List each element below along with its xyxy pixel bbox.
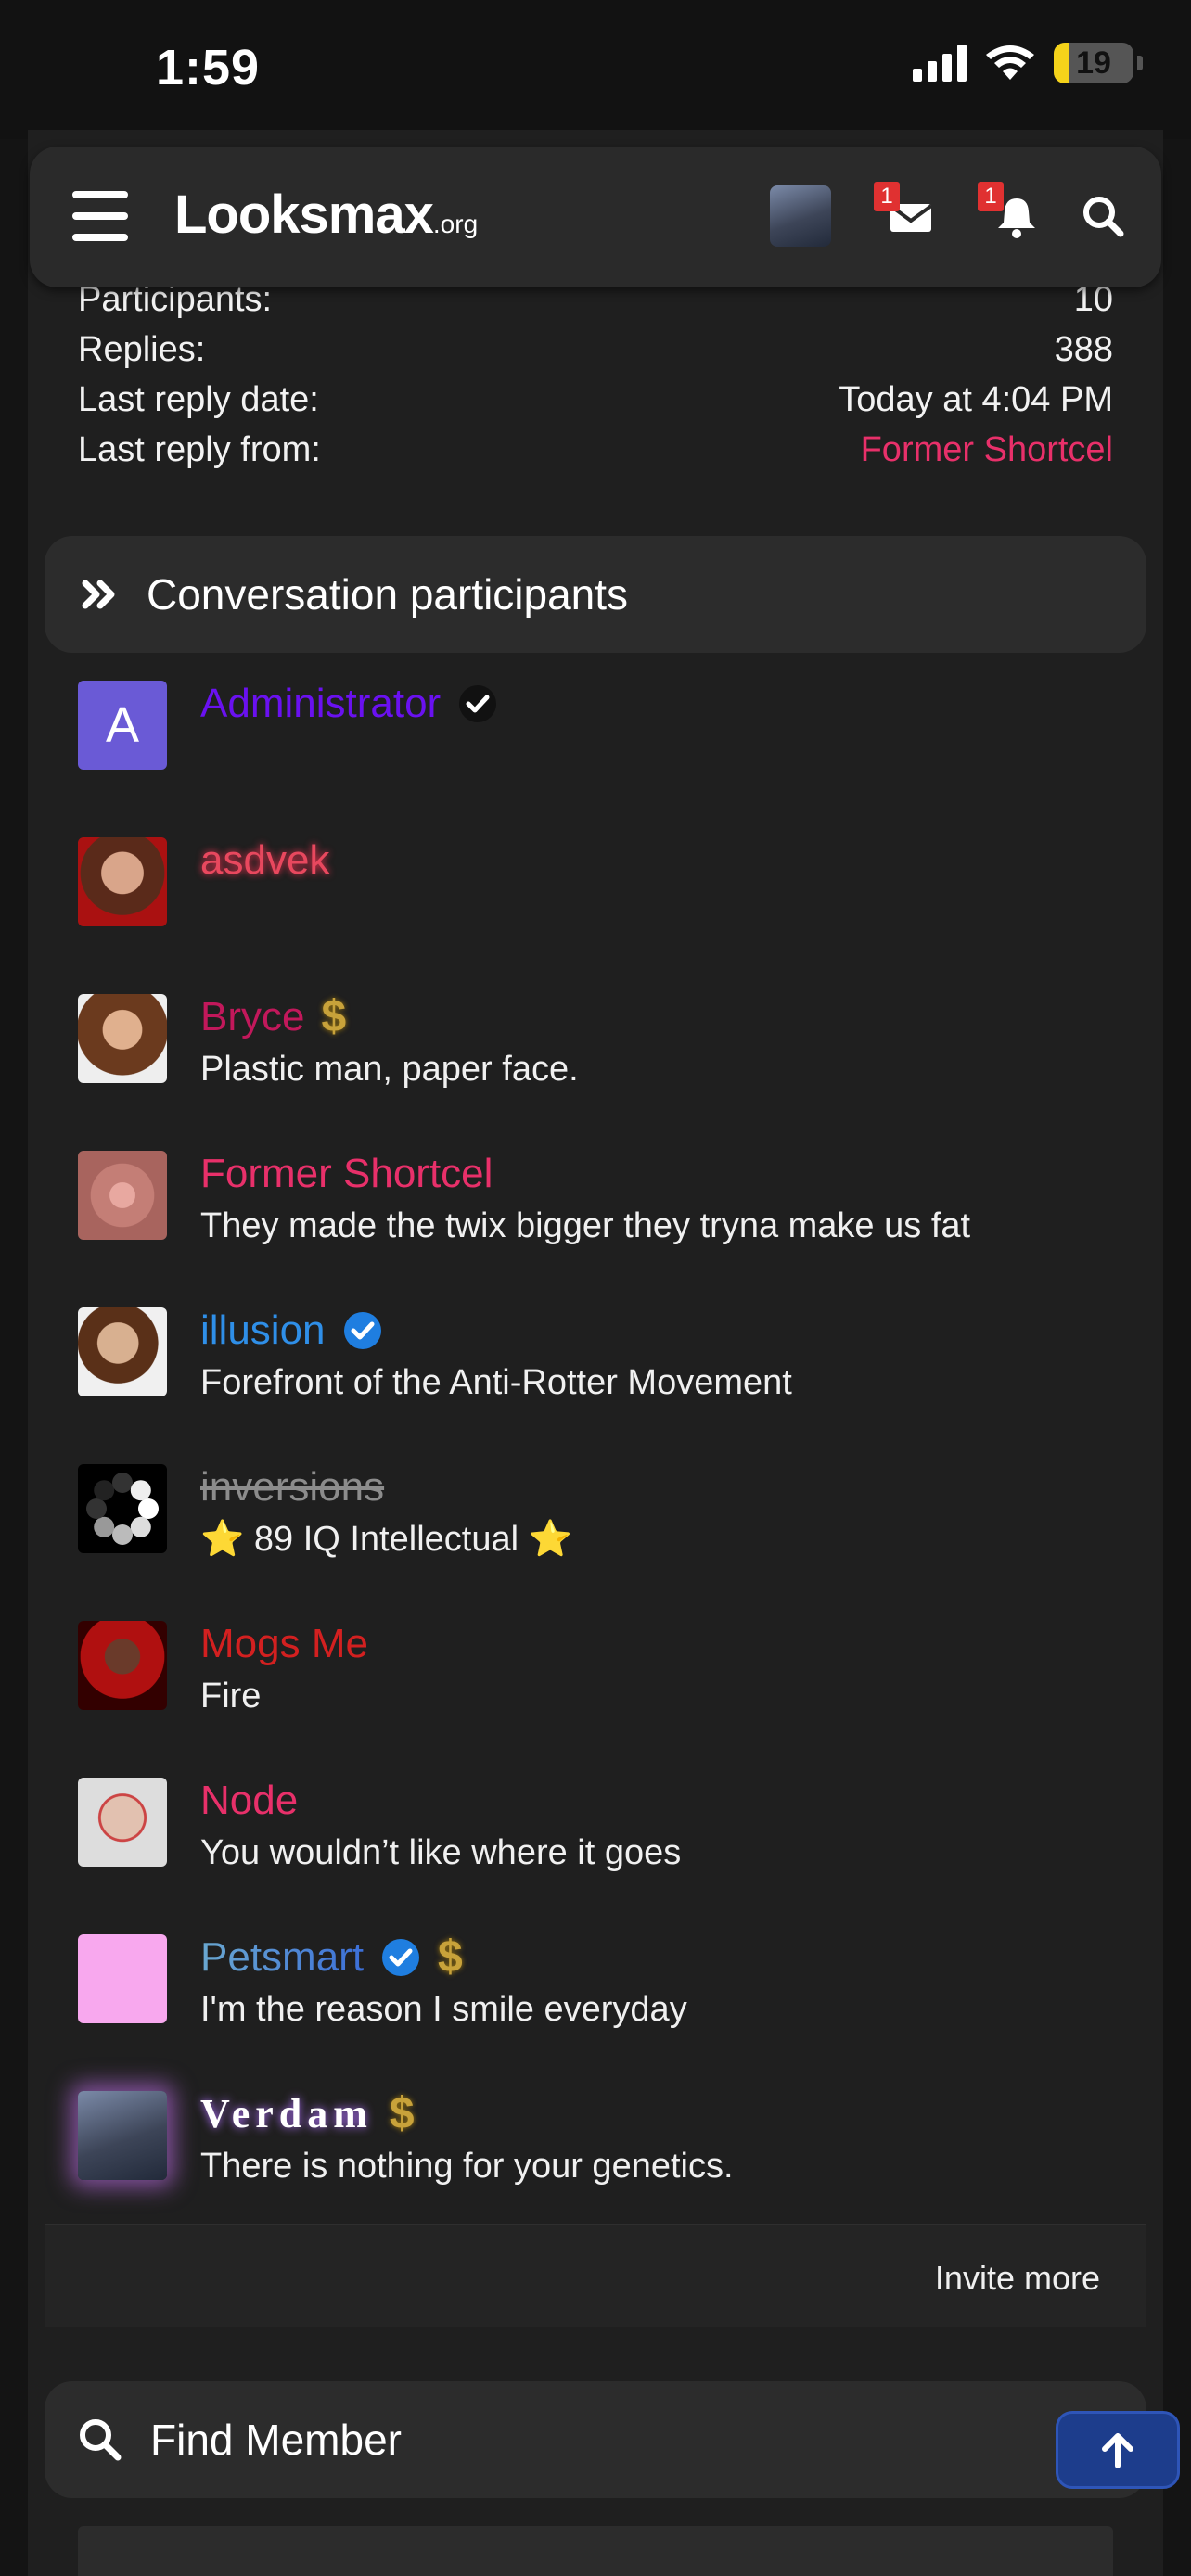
participant-title: Forefront of the Anti-Rotter Movement xyxy=(200,1363,792,1402)
avatar[interactable] xyxy=(78,837,167,926)
participants-header[interactable]: Conversation participants xyxy=(45,536,1146,653)
status-bar: 1:59 19 xyxy=(0,0,1191,139)
participant-item[interactable]: Verdam $ There is nothing for your genetic… xyxy=(78,2087,1117,2244)
double-chevron-right-icon xyxy=(82,580,115,609)
avatar[interactable]: A xyxy=(78,681,167,770)
avatar[interactable] xyxy=(78,1621,167,1710)
participant-item[interactable]: illusion Forefront of the Anti-Rotter Mov… xyxy=(78,1304,1117,1460)
search-icon[interactable] xyxy=(1078,191,1130,243)
participant-item[interactable]: Node You wouldn’t like where it goes xyxy=(78,1774,1117,1931)
stat-row: Replies: 388 xyxy=(78,325,1113,375)
verified-check-icon xyxy=(343,1312,381,1349)
name-input[interactable] xyxy=(78,2526,1113,2576)
participant-name-row: Verdam $ xyxy=(200,2087,415,2141)
stat-label: Last reply from: xyxy=(78,430,321,469)
participant-name-row: Mogs Me xyxy=(200,1617,368,1671)
participant-name[interactable]: Verdam xyxy=(200,2087,373,2141)
participant-item[interactable]: A Administrator xyxy=(78,677,1117,834)
scroll-to-top-button[interactable] xyxy=(1056,2411,1180,2489)
participant-name-row: asdvek xyxy=(200,834,329,887)
participant-name-row: Administrator xyxy=(200,677,498,731)
battery-tip xyxy=(1137,56,1143,70)
participant-title: Plastic man, paper face. xyxy=(200,1050,579,1089)
avatar[interactable] xyxy=(78,1151,167,1240)
conversation-stats: Participants: 10 Replies: 388 Last reply dat… xyxy=(78,280,1113,475)
find-member-header[interactable]: Find Member xyxy=(45,2381,1146,2498)
invite-more-link[interactable]: Invite more xyxy=(935,2259,1100,2298)
participant-name[interactable]: Administrator xyxy=(200,677,441,731)
stat-row: Last reply date: Today at 4:04 PM xyxy=(78,375,1113,425)
participant-name[interactable]: asdvek xyxy=(200,834,329,887)
avatar[interactable] xyxy=(78,1778,167,1867)
site-logo[interactable]: Lᴏᴏksmax.org xyxy=(174,184,478,246)
menu-icon[interactable] xyxy=(72,191,128,241)
participant-name[interactable]: illusion xyxy=(200,1304,326,1358)
participant-name-row: inversions xyxy=(200,1460,384,1514)
dollar-icon: $ xyxy=(389,2089,415,2138)
participant-name-row: Bryce $ xyxy=(200,990,346,1044)
user-avatar[interactable] xyxy=(770,185,831,247)
participant-name[interactable]: Former Shortcel xyxy=(200,1147,493,1201)
verified-check-icon xyxy=(382,1939,420,1976)
participant-list: A Administrator asdvek Bryce $ Plastic man, p… xyxy=(78,677,1117,2244)
section-title: Conversation participants xyxy=(147,570,629,618)
participant-item[interactable]: Former Shortcel They made the twix bigger… xyxy=(78,1147,1117,1304)
participant-title: I'm the reason I smile everyday xyxy=(200,1990,687,2029)
participant-item[interactable]: inversions ⭐ 89 IQ Intellectual ⭐ xyxy=(78,1460,1117,1617)
cellular-signal-icon xyxy=(913,45,967,82)
participant-title: Fire xyxy=(200,1677,262,1715)
inbox-badge: 1 xyxy=(874,182,900,211)
arrow-up-icon xyxy=(1102,2433,1133,2468)
stat-value: 388 xyxy=(1054,330,1113,369)
spinner-icon xyxy=(86,1473,159,1545)
participant-name-row: Petsmart $ xyxy=(200,1931,463,1984)
battery-level: 19 xyxy=(1076,45,1111,81)
participant-name[interactable]: Mogs Me xyxy=(200,1617,368,1671)
dollar-icon: $ xyxy=(438,1932,463,1982)
avatar[interactable] xyxy=(78,2091,167,2180)
clock: 1:59 xyxy=(156,40,261,96)
participant-item[interactable]: Mogs Me Fire xyxy=(78,1617,1117,1774)
participant-title: ⭐ 89 IQ Intellectual ⭐ xyxy=(200,1520,572,1559)
participant-name[interactable]: Petsmart xyxy=(200,1931,364,1984)
battery-icon: 19 xyxy=(1054,43,1133,83)
participant-item[interactable]: Petsmart $ I'm the reason I smile everyday xyxy=(78,1931,1117,2087)
find-member-title: Find Member xyxy=(150,2416,402,2464)
stat-value-link[interactable]: Former Shortcel xyxy=(861,425,1113,475)
stat-value: Today at 4:04 PM xyxy=(839,380,1113,419)
avatar[interactable] xyxy=(78,994,167,1083)
search-icon xyxy=(80,2419,122,2461)
participant-name[interactable]: inversions xyxy=(200,1460,384,1514)
participant-title: There is nothing for your genetics. xyxy=(200,2147,734,2186)
participant-name[interactable]: Bryce xyxy=(200,990,304,1044)
participant-name-row: illusion xyxy=(200,1304,383,1358)
avatar[interactable] xyxy=(78,1464,167,1553)
stat-label: Replies: xyxy=(78,330,206,369)
participant-name-row: Node xyxy=(200,1774,298,1828)
participant-name[interactable]: Node xyxy=(200,1774,298,1828)
participant-title: You wouldn’t like where it goes xyxy=(200,1833,682,1872)
alerts-badge: 1 xyxy=(978,182,1004,211)
dollar-icon: $ xyxy=(321,992,347,1041)
participant-title: They made the twix bigger they tryna mak… xyxy=(200,1206,971,1245)
avatar[interactable] xyxy=(78,1934,167,2023)
stat-label: Last reply date: xyxy=(78,380,319,419)
stat-row: Last reply from: Former Shortcel xyxy=(78,425,1113,475)
participant-item[interactable]: asdvek xyxy=(78,834,1117,990)
status-icons: 19 xyxy=(913,43,1143,83)
top-navbar: Lᴏᴏksmax.org 1 1 xyxy=(30,147,1161,287)
wifi-icon xyxy=(986,45,1034,80)
verified-check-icon xyxy=(459,685,497,722)
avatar[interactable] xyxy=(78,1307,167,1396)
avatar-initial: A xyxy=(105,697,140,753)
invite-bar: Invite more xyxy=(45,2224,1146,2327)
participant-name-row: Former Shortcel xyxy=(200,1147,493,1201)
participant-item[interactable]: Bryce $ Plastic man, paper face. xyxy=(78,990,1117,1147)
